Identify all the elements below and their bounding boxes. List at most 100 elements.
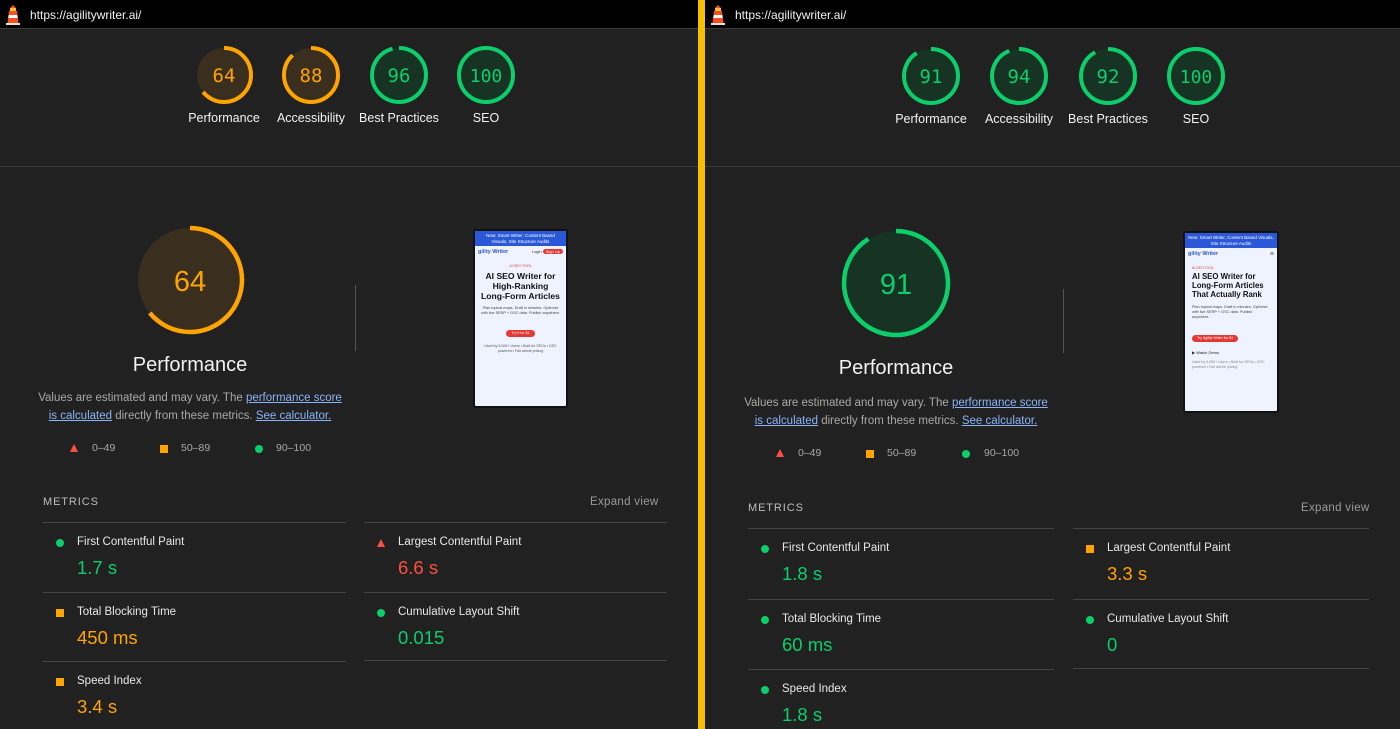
- pass-circle-icon: [962, 450, 970, 458]
- performance-score-value: 91: [880, 269, 912, 301]
- report-panel-left: https://agilitywriter.ai/ 64 Performance…: [0, 0, 698, 729]
- gauge-label: Performance: [188, 111, 260, 125]
- metric-value: 1.8 s: [782, 563, 823, 584]
- gauge-ring: 96: [370, 46, 428, 104]
- divider: [355, 285, 356, 351]
- gauge-score: 91: [920, 66, 943, 88]
- metric-value: 60 ms: [782, 633, 833, 655]
- fail-triangle-icon: [70, 444, 78, 452]
- average-square-icon: [866, 450, 874, 458]
- see-calculator-link[interactable]: See calculator.: [962, 415, 1037, 427]
- metric-value: 6.6 s: [398, 557, 439, 578]
- gauge-label: Accessibility: [276, 111, 346, 125]
- gauge-score: 100: [470, 66, 503, 87]
- gauge-label: Accessibility: [984, 112, 1054, 126]
- metric-speed-index: Speed Index 3.4 s: [43, 661, 346, 729]
- gauge-performance[interactable]: 64 Performance: [188, 45, 260, 127]
- gauge-ring: 92: [1079, 47, 1137, 105]
- performance-description: Values are estimated and may vary. The p…: [38, 392, 342, 422]
- performance-description: Values are estimated and may vary. The p…: [744, 397, 1048, 427]
- gauge-best-practices[interactable]: 96 Best Practices: [359, 45, 439, 127]
- pass-circle-icon: [761, 545, 769, 553]
- performance-score-value: 64: [174, 266, 206, 298]
- gauge-seo[interactable]: 100 SEO: [451, 45, 521, 127]
- gauge-ring: 100: [457, 46, 515, 104]
- metric-fcp: First Contentful Paint 1.7 s: [43, 522, 346, 592]
- expand-view-toggle[interactable]: Expand view: [1301, 502, 1370, 514]
- gauge-best-practices[interactable]: 92 Best Practices: [1068, 46, 1148, 128]
- metric-value: 0.015: [398, 626, 445, 648]
- fail-triangle-icon: [377, 539, 385, 547]
- see-calculator-link[interactable]: See calculator.: [256, 410, 331, 422]
- gauge-score: 64: [213, 65, 236, 87]
- pass-circle-icon: [761, 615, 769, 624]
- final-screenshot: New: Smart Writer, Content Based Visuals…: [1183, 231, 1279, 413]
- metrics-heading: METRICS: [43, 496, 99, 508]
- legend-pass: 90–100: [276, 442, 312, 454]
- gauge-label: Best Practices: [1068, 112, 1148, 126]
- legend-average: 50–89: [181, 442, 211, 454]
- score-legend: 0–49 50–89 90–100: [776, 447, 1076, 461]
- score-legend: 0–49 50–89 90–100: [70, 442, 370, 456]
- gauge-ring: 100: [1167, 47, 1225, 105]
- gauge-performance[interactable]: 91 Performance: [895, 46, 967, 128]
- metric-value: 3.4 s: [77, 696, 118, 717]
- metric-lcp: Largest Contentful Paint 3.3 s: [1073, 528, 1369, 599]
- expand-view-toggle[interactable]: Expand view: [590, 496, 659, 508]
- gauge-seo[interactable]: 100 SEO: [1161, 46, 1231, 128]
- metric-value: 450 ms: [77, 626, 138, 648]
- performance-title: Performance: [838, 357, 954, 379]
- performance-gauge: 91: [841, 228, 951, 338]
- metrics-column-1: First Contentful Paint 1.8 s Total Block…: [748, 528, 1054, 729]
- page-url[interactable]: https://agilitywriter.ai/: [735, 8, 846, 22]
- performance-title: Performance: [132, 354, 248, 376]
- metric-tbt: Total Blocking Time 450 ms: [43, 591, 346, 662]
- metrics-heading: METRICS: [748, 502, 804, 514]
- metric-value: 3.3 s: [1107, 563, 1148, 584]
- gauge-ring: 64: [195, 46, 253, 104]
- gauge-label: SEO: [472, 111, 500, 125]
- brand-logo: gility Writer: [1188, 251, 1219, 257]
- menu-icon: ≡: [1269, 250, 1274, 258]
- gauge-ring: 91: [902, 47, 960, 105]
- gauge-label: Best Practices: [359, 111, 439, 125]
- metrics-column-2: Largest Contentful Paint 3.3 s Cumulativ…: [1073, 528, 1369, 669]
- gauge-label: Performance: [895, 112, 967, 126]
- metric-cls: Cumulative Layout Shift 0: [1073, 598, 1369, 669]
- gauge-score: 96: [388, 65, 411, 87]
- gauge-accessibility[interactable]: 88 Accessibility: [276, 45, 346, 127]
- metrics-column-2: Largest Contentful Paint 6.6 s Cumulativ…: [364, 522, 667, 661]
- gauge-score: 88: [300, 65, 323, 87]
- pass-circle-icon: [255, 445, 263, 453]
- average-square-icon: [160, 445, 168, 453]
- legend-pass: 90–100: [984, 447, 1020, 459]
- performance-score: 64 Performance: [40, 224, 340, 377]
- brand-logo: gility Writer: [478, 249, 509, 255]
- category-gauges: 64 Performance 88 Accessibility 96 Best …: [0, 29, 698, 167]
- average-square-icon: [1086, 545, 1094, 553]
- pass-circle-icon: [1086, 615, 1094, 624]
- gauge-score: 94: [1008, 66, 1031, 88]
- divider: [1063, 289, 1064, 353]
- metric-speed-index: Speed Index 1.8 s: [748, 669, 1054, 729]
- pass-circle-icon: [761, 686, 769, 694]
- page-url[interactable]: https://agilitywriter.ai/: [30, 8, 141, 22]
- gauge-score: 100: [1180, 67, 1213, 88]
- url-bar: https://agilitywriter.ai/: [0, 0, 698, 29]
- metric-cls: Cumulative Layout Shift 0.015: [364, 591, 667, 661]
- metric-fcp: First Contentful Paint 1.8 s: [748, 528, 1054, 599]
- average-square-icon: [56, 608, 64, 617]
- metric-value: 1.7 s: [77, 557, 118, 578]
- pass-circle-icon: [377, 608, 385, 617]
- metric-lcp: Largest Contentful Paint 6.6 s: [364, 522, 667, 592]
- average-square-icon: [56, 678, 64, 686]
- gauge-ring: 94: [990, 47, 1048, 105]
- url-bar: https://agilitywriter.ai/: [705, 0, 1400, 29]
- gauge-ring: 88: [282, 46, 340, 104]
- lighthouse-icon: [711, 5, 725, 25]
- pass-circle-icon: [56, 539, 64, 547]
- performance-score: 91 Performance: [746, 227, 1046, 380]
- gauge-accessibility[interactable]: 94 Accessibility: [984, 46, 1054, 128]
- gauge-score: 92: [1097, 66, 1120, 88]
- metric-value: 0: [1107, 633, 1118, 655]
